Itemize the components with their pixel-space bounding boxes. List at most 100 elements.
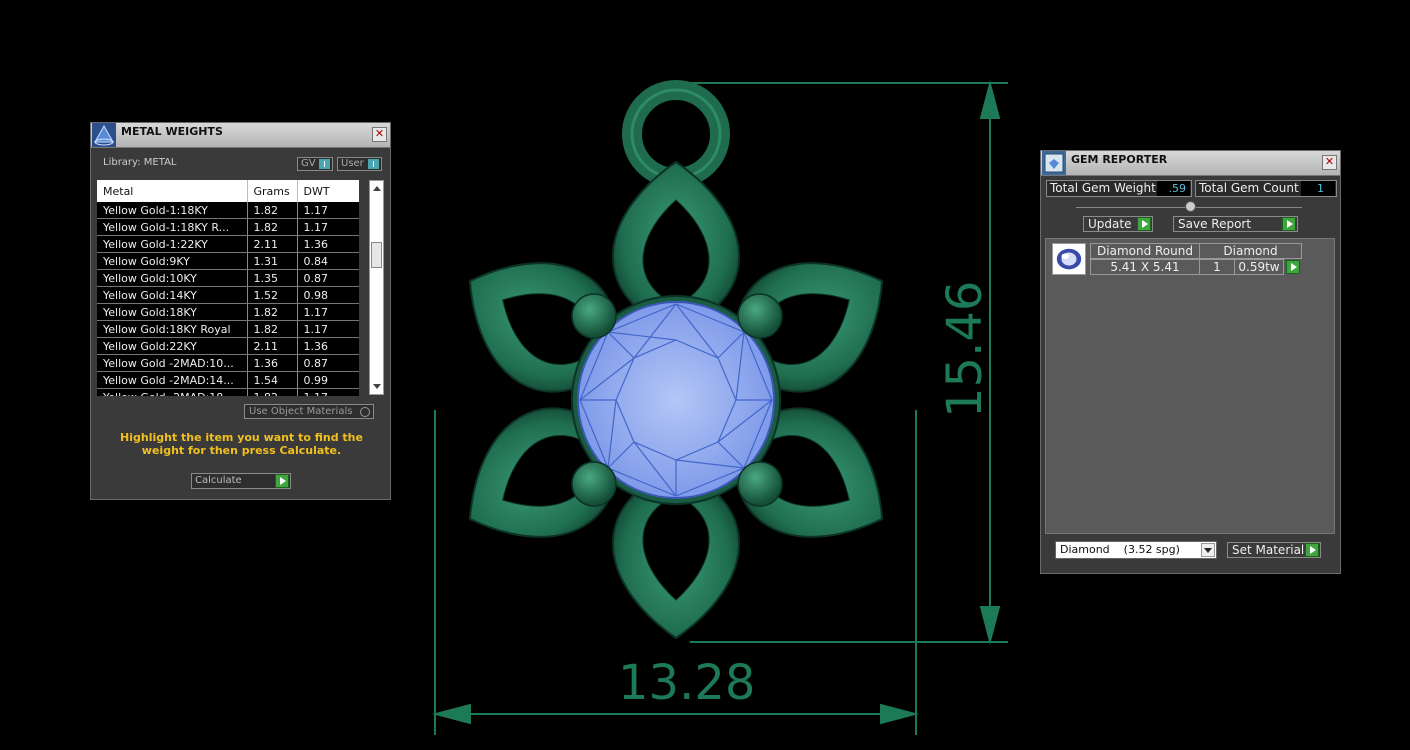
table-row[interactable]: Yellow Gold:9KY 1.31 0.84 — [97, 252, 359, 270]
table-row[interactable]: Yellow Gold -2MAD:10... 1.36 0.87 — [97, 354, 359, 372]
gem-count-cell: 1 — [1199, 259, 1235, 275]
update-label: Update — [1088, 217, 1132, 231]
close-icon[interactable]: ✕ — [1322, 155, 1337, 170]
cell-grams: 1.82 — [247, 303, 298, 321]
cell-metal: Yellow Gold:9KY — [97, 252, 248, 270]
scroll-down-icon[interactable] — [373, 384, 381, 389]
cell-metal: Yellow Gold -2MAD:10... — [97, 354, 248, 372]
use-object-materials-label: Use Object Materials — [249, 406, 353, 417]
table-row[interactable]: Yellow Gold:14KY 1.52 0.98 — [97, 286, 359, 304]
save-report-label: Save Report — [1178, 217, 1252, 231]
scroll-thumb[interactable] — [371, 242, 382, 268]
cell-grams: 1.52 — [247, 286, 298, 304]
metal-table[interactable]: Metal Grams DWT Yellow Gold-1:18KY 1.82 1.… — [97, 180, 359, 396]
cell-dwt: 1.36 — [297, 337, 359, 355]
play-icon — [1282, 217, 1296, 231]
table-row[interactable]: Yellow Gold-1:22KY 2.11 1.36 — [97, 235, 359, 253]
update-button[interactable]: Update — [1083, 216, 1153, 232]
total-gem-count-value: 1 — [1301, 181, 1335, 196]
cell-dwt: 0.87 — [297, 269, 359, 287]
cell-grams: 1.82 — [247, 320, 298, 338]
cell-metal: Yellow Gold:18KY Royal — [97, 320, 248, 338]
material-select-value: Diamond (3.52 spg) — [1060, 543, 1180, 556]
cell-grams: 1.82 — [247, 202, 298, 219]
chevron-down-icon[interactable] — [1201, 543, 1215, 557]
total-gem-weight-field: Total Gem Weight .59 — [1046, 180, 1192, 197]
column-header-metal[interactable]: Metal — [97, 180, 248, 202]
table-row[interactable]: Yellow Gold-1:18KY R... 1.82 1.17 — [97, 218, 359, 236]
cell-dwt: 0.87 — [297, 354, 359, 372]
total-gem-weight-label: Total Gem Weight — [1050, 181, 1156, 195]
cell-metal: Yellow Gold-1:18KY — [97, 202, 248, 219]
set-material-button[interactable]: Set Material — [1227, 542, 1321, 558]
cell-metal: Yellow Gold -2MAD:18... — [97, 388, 248, 396]
cell-metal: Yellow Gold:18KY — [97, 303, 248, 321]
cell-grams: 1.36 — [247, 354, 298, 372]
cell-dwt: 1.17 — [297, 388, 359, 396]
radio-icon — [360, 407, 370, 417]
gem-weight-cell: 0.59tw — [1234, 259, 1284, 275]
cell-dwt: 1.17 — [297, 320, 359, 338]
cell-grams: 2.11 — [247, 337, 298, 355]
gem-shape-cell: Diamond Round — [1090, 243, 1200, 259]
cell-dwt: 0.98 — [297, 286, 359, 304]
gem-reporter-title: GEM REPORTER — [1071, 153, 1168, 166]
gv-toggle[interactable]: GV — [297, 157, 333, 171]
total-gem-count-field: Total Gem Count 1 — [1195, 180, 1337, 197]
table-row[interactable]: Yellow Gold -2MAD:14... 1.54 0.99 — [97, 371, 359, 389]
cell-grams: 1.82 — [247, 218, 298, 236]
cell-metal: Yellow Gold-1:18KY R... — [97, 218, 248, 236]
cell-grams: 1.35 — [247, 269, 298, 287]
cell-grams: 1.31 — [247, 252, 298, 270]
table-row[interactable]: Yellow Gold -2MAD:18...1.821.17 — [97, 388, 359, 396]
cell-dwt: 1.17 — [297, 202, 359, 219]
material-select[interactable]: Diamond (3.52 spg) — [1055, 541, 1217, 559]
cell-grams: 2.11 — [247, 235, 298, 253]
gem-report-icon — [1042, 151, 1066, 175]
gem-list[interactable]: Diamond Round Diamond 5.41 X 5.41 1 0.59… — [1045, 238, 1335, 534]
table-header-row: Metal Grams DWT — [97, 180, 359, 202]
cell-metal: Yellow Gold -2MAD:14... — [97, 371, 248, 389]
cell-dwt: 1.17 — [297, 218, 359, 236]
pendant-model[interactable] — [438, 80, 913, 640]
table-row[interactable]: Yellow Gold:22KY 2.11 1.36 — [97, 337, 359, 355]
cell-dwt: 1.36 — [297, 235, 359, 253]
gv-toggle-label: GV — [301, 158, 316, 169]
cell-metal: Yellow Gold-1:22KY — [97, 235, 248, 253]
toggle-indicator-icon — [368, 159, 379, 169]
metal-weights-titlebar[interactable]: METAL WEIGHTS ✕ — [91, 123, 390, 148]
cell-grams: 1.54 — [247, 371, 298, 389]
table-row[interactable]: Yellow Gold-1:18KY 1.82 1.17 — [97, 202, 359, 219]
metal-weights-title: METAL WEIGHTS — [121, 125, 223, 138]
cell-dwt: 0.84 — [297, 252, 359, 270]
gem-material-cell: Diamond — [1199, 243, 1302, 259]
table-scrollbar[interactable] — [369, 180, 384, 395]
save-report-button[interactable]: Save Report — [1173, 216, 1298, 232]
calculate-button[interactable]: Calculate — [191, 473, 291, 489]
calculate-label: Calculate — [195, 475, 242, 486]
total-gem-weight-value: .59 — [1157, 181, 1190, 196]
play-icon — [1305, 543, 1319, 557]
cell-dwt: 1.17 — [297, 303, 359, 321]
cell-grams: 1.82 — [247, 388, 298, 396]
height-dimension-label: 15.46 — [937, 280, 993, 418]
cell-metal: Yellow Gold:10KY — [97, 269, 248, 287]
column-header-grams[interactable]: Grams — [247, 180, 298, 202]
user-toggle[interactable]: User — [337, 157, 382, 171]
gem-reporter-titlebar[interactable]: GEM REPORTER ✕ — [1041, 151, 1340, 176]
column-header-dwt[interactable]: DWT — [297, 180, 359, 202]
width-dimension-label: 13.28 — [618, 655, 756, 711]
use-object-materials-toggle[interactable]: Use Object Materials — [244, 404, 374, 419]
report-slider-knob[interactable] — [1185, 201, 1196, 212]
scroll-up-icon[interactable] — [373, 186, 381, 191]
set-material-label: Set Material — [1232, 543, 1305, 557]
table-row[interactable]: Yellow Gold:10KY 1.35 0.87 — [97, 269, 359, 287]
gem-reporter-panel: GEM REPORTER ✕ Total Gem Weight .59 Tota… — [1040, 150, 1341, 574]
library-label: Library: METAL — [103, 157, 177, 168]
table-row[interactable]: Yellow Gold:18KY 1.82 1.17 — [97, 303, 359, 321]
gem-detail-play-icon[interactable] — [1286, 260, 1300, 274]
user-toggle-label: User — [341, 158, 364, 169]
table-row[interactable]: Yellow Gold:18KY Royal 1.82 1.17 — [97, 320, 359, 338]
total-gem-count-label: Total Gem Count — [1199, 181, 1299, 195]
close-icon[interactable]: ✕ — [372, 127, 387, 142]
